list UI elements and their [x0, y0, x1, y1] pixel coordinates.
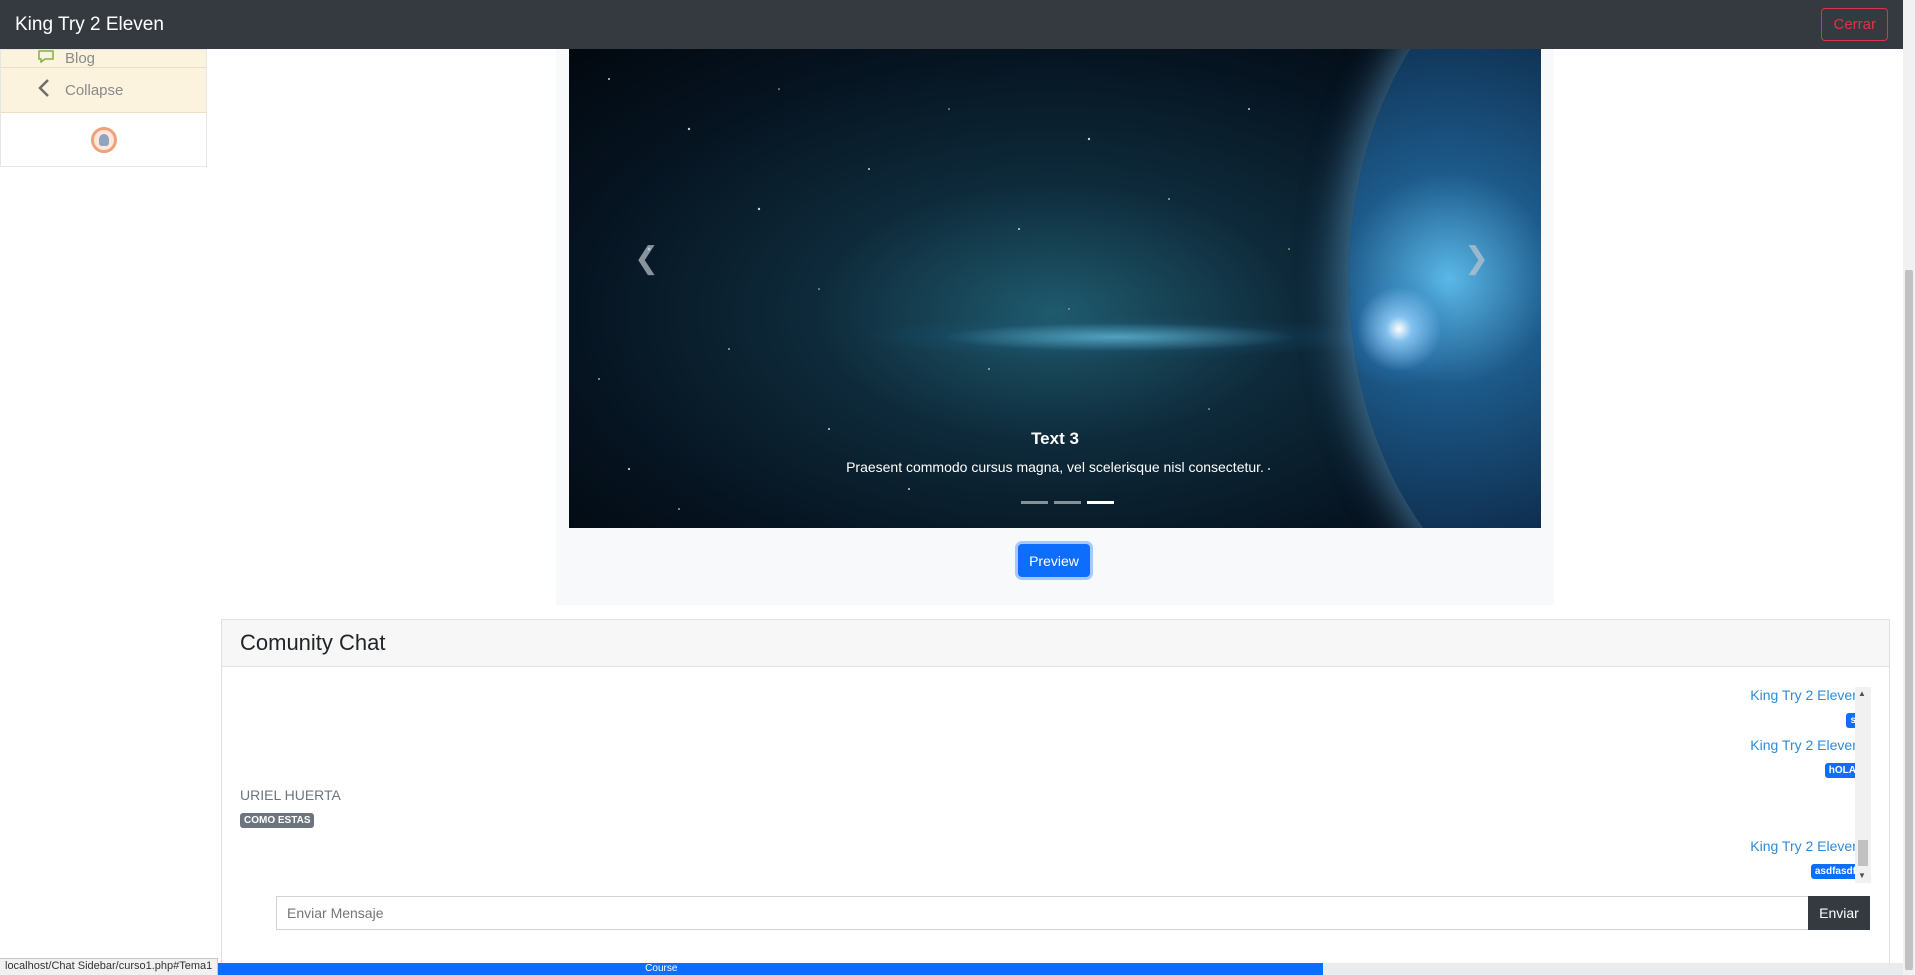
preview-button[interactable]: Preview	[1018, 544, 1090, 577]
message-author: King Try 2 Eleven	[1750, 737, 1860, 753]
message-author: King Try 2 Eleven	[1750, 838, 1860, 854]
carousel-next-icon[interactable]: ❯	[1464, 244, 1489, 274]
course-progress: Course	[0, 963, 1903, 975]
chat-title: Comunity Chat	[222, 620, 1889, 667]
sidebar-item-blog[interactable]: Blog	[1, 50, 206, 68]
sidebar: Blog Collapse	[0, 49, 207, 167]
navbar-brand[interactable]: King Try 2 Eleven	[15, 14, 164, 36]
chat-bubble-icon	[37, 50, 59, 67]
sidebar-item-label: Blog	[65, 50, 96, 67]
carousel-caption-title: Text 3	[1031, 429, 1079, 448]
message-author: King Try 2 Eleven	[1750, 687, 1860, 703]
carousel-caption-text: Praesent commodo cursus magna, vel scele…	[846, 459, 1264, 475]
user-avatar-icon[interactable]	[90, 127, 117, 153]
sidebar-item-collapse[interactable]: Collapse	[1, 68, 206, 113]
community-chat-card: Comunity Chat King Try 2 Eleven s King T…	[221, 619, 1890, 975]
sidebar-avatar-row	[1, 113, 206, 167]
page-scrollbar[interactable]	[1903, 0, 1915, 975]
carousel-indicator-3[interactable]	[1087, 501, 1114, 504]
carousel-container: ❮ ❯ Text 3 Praesent commodo cursus magna…	[556, 49, 1554, 605]
logout-button[interactable]: Cerrar	[1821, 8, 1888, 41]
chat-scrollbar-thumb[interactable]	[1858, 840, 1868, 866]
carousel-indicator-1[interactable]	[1021, 501, 1048, 504]
message-badge: COMO ESTAS	[240, 813, 315, 828]
sidebar-item-label: Collapse	[65, 81, 124, 99]
message-author: URIEL HUERTA	[240, 787, 341, 803]
light-beam-decoration	[869, 317, 1369, 357]
send-button[interactable]: Enviar	[1808, 896, 1870, 930]
message-input-row: Enviar	[276, 896, 1870, 930]
scroll-down-icon[interactable]: ▼	[1858, 871, 1866, 880]
chat-message-list: King Try 2 Eleven s King Try 2 Eleven hO…	[222, 687, 1872, 887]
lens-flare-decoration	[1339, 269, 1459, 389]
carousel-prev-icon[interactable]: ❮	[634, 244, 659, 274]
carousel-indicator-2[interactable]	[1054, 501, 1081, 504]
browser-status-url: localhost/Chat Sidebar/curso1.php#Tema1	[0, 958, 219, 975]
scroll-up-icon[interactable]: ▲	[1858, 689, 1866, 698]
chevron-left-icon	[37, 78, 59, 102]
message-input[interactable]	[276, 896, 1808, 930]
chat-scrollbar[interactable]: ▲ ▼	[1855, 687, 1871, 883]
carousel-indicators	[1021, 501, 1114, 504]
image-carousel: ❮ ❯ Text 3 Praesent commodo cursus magna…	[569, 49, 1541, 528]
page-scrollbar-thumb[interactable]	[1905, 270, 1913, 970]
message-badge: asdfasdf	[1810, 864, 1860, 879]
top-navbar: King Try 2 Eleven Cerrar	[0, 0, 1903, 49]
